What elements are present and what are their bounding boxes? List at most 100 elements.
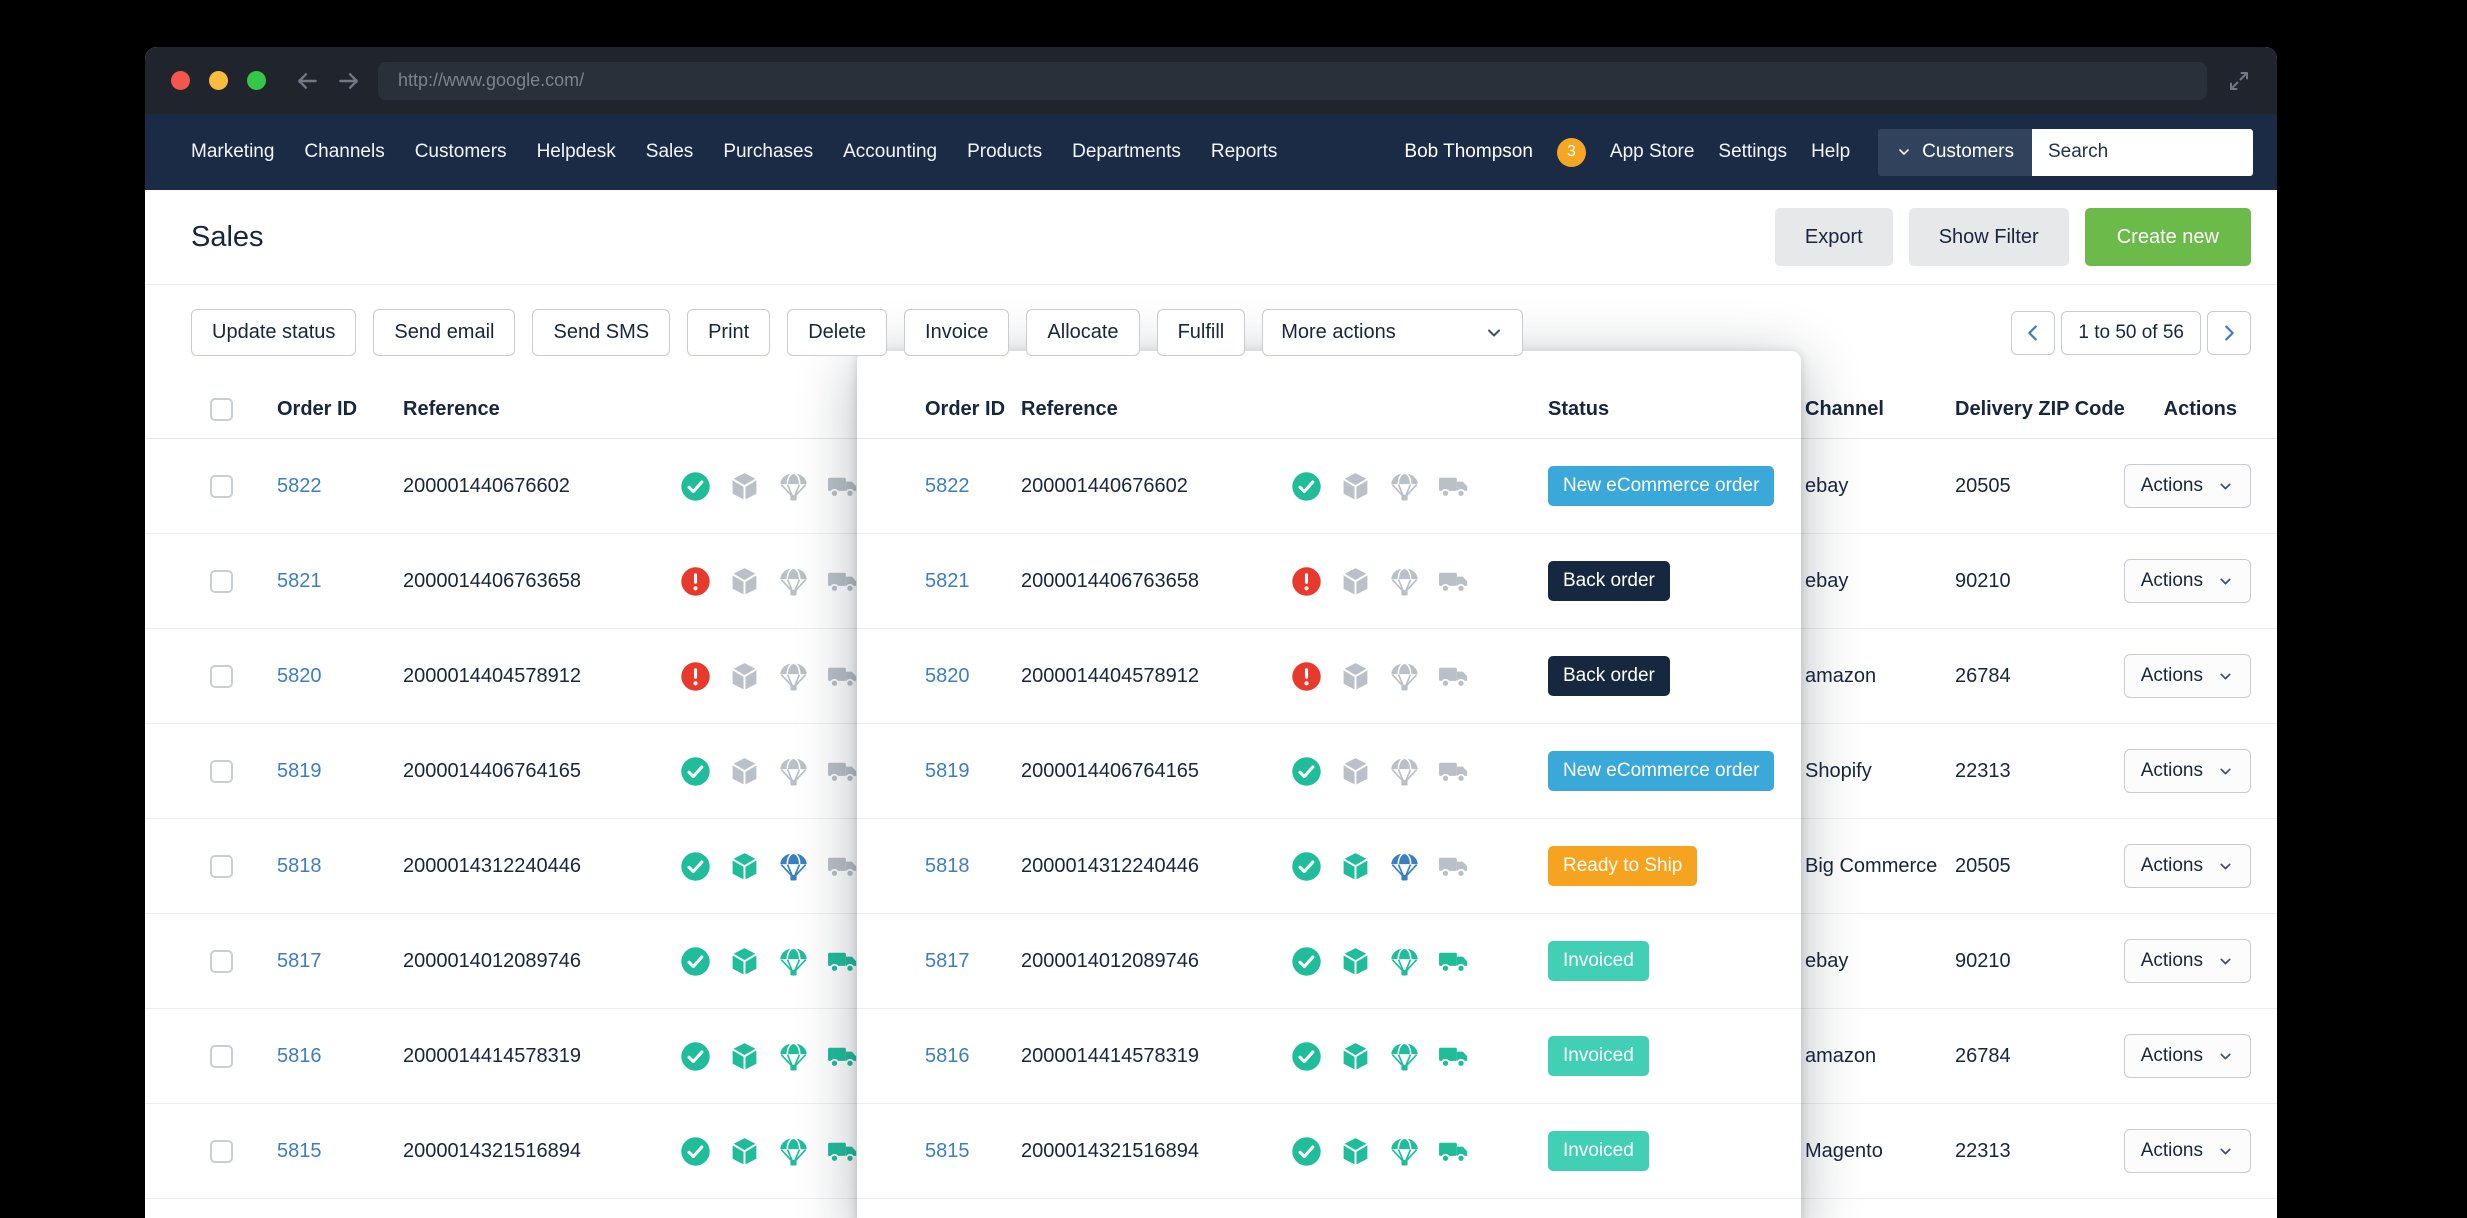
row-actions-button[interactable]: Actions (2123, 654, 2251, 698)
nav-item-helpdesk[interactable]: Helpdesk (537, 141, 616, 163)
row-checkbox[interactable] (210, 949, 233, 973)
invoice-button[interactable]: Invoice (904, 309, 1010, 356)
order-reference: 2000014414578319 (1021, 1044, 1199, 1067)
row-checkbox[interactable] (210, 1139, 233, 1163)
export-button[interactable]: Export (1774, 208, 1893, 266)
show-filter-button[interactable]: Show Filter (1908, 208, 2069, 266)
column-header-order-id[interactable]: Order ID (275, 398, 401, 421)
chevron-left-icon (2022, 322, 2044, 344)
order-status-check-icon (1291, 946, 1322, 977)
pagination: 1 to 50 of 56 (2011, 310, 2251, 355)
nav-item-sales[interactable]: Sales (646, 141, 694, 163)
browser-address-bar[interactable]: http://www.google.com/ (378, 61, 2207, 100)
dropship-parachute-icon (778, 471, 809, 502)
send-sms-button[interactable]: Send SMS (532, 309, 671, 356)
overlay-column-status: Status (1548, 397, 1610, 420)
select-all-checkbox[interactable] (210, 397, 233, 421)
row-actions-button[interactable]: Actions (2123, 464, 2251, 508)
order-id-link[interactable]: 5817 (277, 950, 322, 972)
nav-item-products[interactable]: Products (967, 141, 1042, 163)
row-actions-button[interactable]: Actions (2123, 559, 2251, 603)
order-id-link[interactable]: 5819 (277, 760, 322, 782)
user-menu[interactable]: Bob Thompson (1404, 141, 1533, 163)
allocate-button[interactable]: Allocate (1026, 309, 1140, 356)
send-email-button[interactable]: Send email (373, 309, 516, 356)
browser-forward-button[interactable] (336, 68, 362, 94)
nav-item-marketing[interactable]: Marketing (191, 141, 274, 163)
order-id-link[interactable]: 5816 (925, 1045, 970, 1067)
print-button[interactable]: Print (687, 309, 771, 356)
column-header-actions: Actions (2163, 397, 2237, 420)
column-header-zip[interactable]: Delivery ZIP Code (1955, 398, 2140, 421)
order-reference: 2000014012089746 (1021, 949, 1199, 972)
order-channel: Shopify (1805, 759, 1872, 782)
row-actions-label: Actions (2140, 760, 2203, 781)
window-expand-icon[interactable] (2227, 69, 2251, 93)
row-actions-button[interactable]: Actions (2123, 844, 2251, 888)
order-id-link[interactable]: 5821 (925, 570, 970, 592)
row-checkbox[interactable] (210, 1044, 233, 1068)
overlay-order-row: 5815 2000014321516894 Invoiced (857, 1104, 1801, 1199)
order-id-link[interactable]: 5819 (925, 760, 970, 782)
nav-item-settings[interactable]: Settings (1718, 141, 1787, 163)
pagination-prev-button[interactable] (2011, 310, 2056, 355)
order-id-link[interactable]: 5817 (925, 950, 970, 972)
delivery-truck-icon (1438, 756, 1469, 787)
search-input[interactable] (2032, 128, 2253, 176)
order-zip: 22313 (1955, 1139, 2011, 1162)
order-id-link[interactable]: 5820 (925, 665, 970, 687)
row-actions-button[interactable]: Actions (2123, 749, 2251, 793)
order-id-link[interactable]: 5822 (925, 475, 970, 497)
row-checkbox[interactable] (210, 854, 233, 878)
nav-right-cluster: Bob Thompson 3 App Store Settings Help C… (1404, 128, 2253, 176)
primary-nav: Marketing Channels Customers Helpdesk Sa… (191, 141, 1277, 163)
row-checkbox[interactable] (210, 474, 233, 498)
nav-item-app-store[interactable]: App Store (1610, 141, 1695, 163)
order-id-link[interactable]: 5820 (277, 665, 322, 687)
column-header-reference[interactable]: Reference (401, 398, 680, 421)
order-id-link[interactable]: 5818 (277, 855, 322, 877)
window-fullscreen-button[interactable] (247, 71, 266, 90)
browser-back-button[interactable] (294, 68, 320, 94)
delete-button[interactable]: Delete (787, 309, 888, 356)
window-minimize-button[interactable] (209, 71, 228, 90)
delivery-truck-icon (1438, 661, 1469, 692)
pagination-next-button[interactable] (2207, 310, 2251, 355)
order-id-link[interactable]: 5821 (277, 570, 322, 592)
order-zip: 20505 (1955, 854, 2011, 877)
order-id-link[interactable]: 5818 (925, 855, 970, 877)
nav-item-accounting[interactable]: Accounting (843, 141, 937, 163)
column-drag-overlay[interactable]: Order ID Reference Status 5822 200001440… (857, 351, 1801, 1218)
nav-item-help[interactable]: Help (1811, 141, 1850, 163)
order-zip: 90210 (1955, 569, 2011, 592)
row-actions-button[interactable]: Actions (2123, 1034, 2251, 1078)
row-checkbox[interactable] (210, 664, 233, 688)
nav-item-departments[interactable]: Departments (1072, 141, 1181, 163)
package-box-icon (729, 1041, 760, 1072)
window-close-button[interactable] (171, 71, 190, 90)
row-actions-button[interactable]: Actions (2123, 1129, 2251, 1173)
nav-item-reports[interactable]: Reports (1211, 141, 1278, 163)
browser-window: http://www.google.com/ Marketing Channel… (145, 47, 2277, 1218)
nav-item-purchases[interactable]: Purchases (723, 141, 813, 163)
search-scope-dropdown[interactable]: Customers (1878, 128, 2032, 176)
order-channel: amazon (1805, 664, 1877, 687)
chevron-down-icon (1484, 323, 1504, 343)
row-checkbox[interactable] (210, 759, 233, 783)
nav-item-customers[interactable]: Customers (415, 141, 507, 163)
order-reference: 2000014312240446 (1021, 854, 1199, 877)
row-actions-button[interactable]: Actions (2123, 939, 2251, 983)
order-id-link[interactable]: 5816 (277, 1045, 322, 1067)
more-actions-dropdown[interactable]: More actions (1262, 309, 1524, 356)
create-new-button[interactable]: Create new (2084, 208, 2251, 266)
fulfill-button[interactable]: Fulfill (1156, 309, 1246, 356)
column-header-channel[interactable]: Channel (1805, 398, 1955, 421)
update-status-button[interactable]: Update status (191, 309, 357, 356)
order-id-link[interactable]: 5815 (277, 1140, 322, 1162)
order-id-link[interactable]: 5815 (925, 1140, 970, 1162)
nav-item-channels[interactable]: Channels (304, 141, 384, 163)
notification-badge[interactable]: 3 (1556, 137, 1586, 167)
row-checkbox[interactable] (210, 569, 233, 593)
row-actions-label: Actions (2140, 1140, 2203, 1161)
order-id-link[interactable]: 5822 (277, 475, 322, 497)
